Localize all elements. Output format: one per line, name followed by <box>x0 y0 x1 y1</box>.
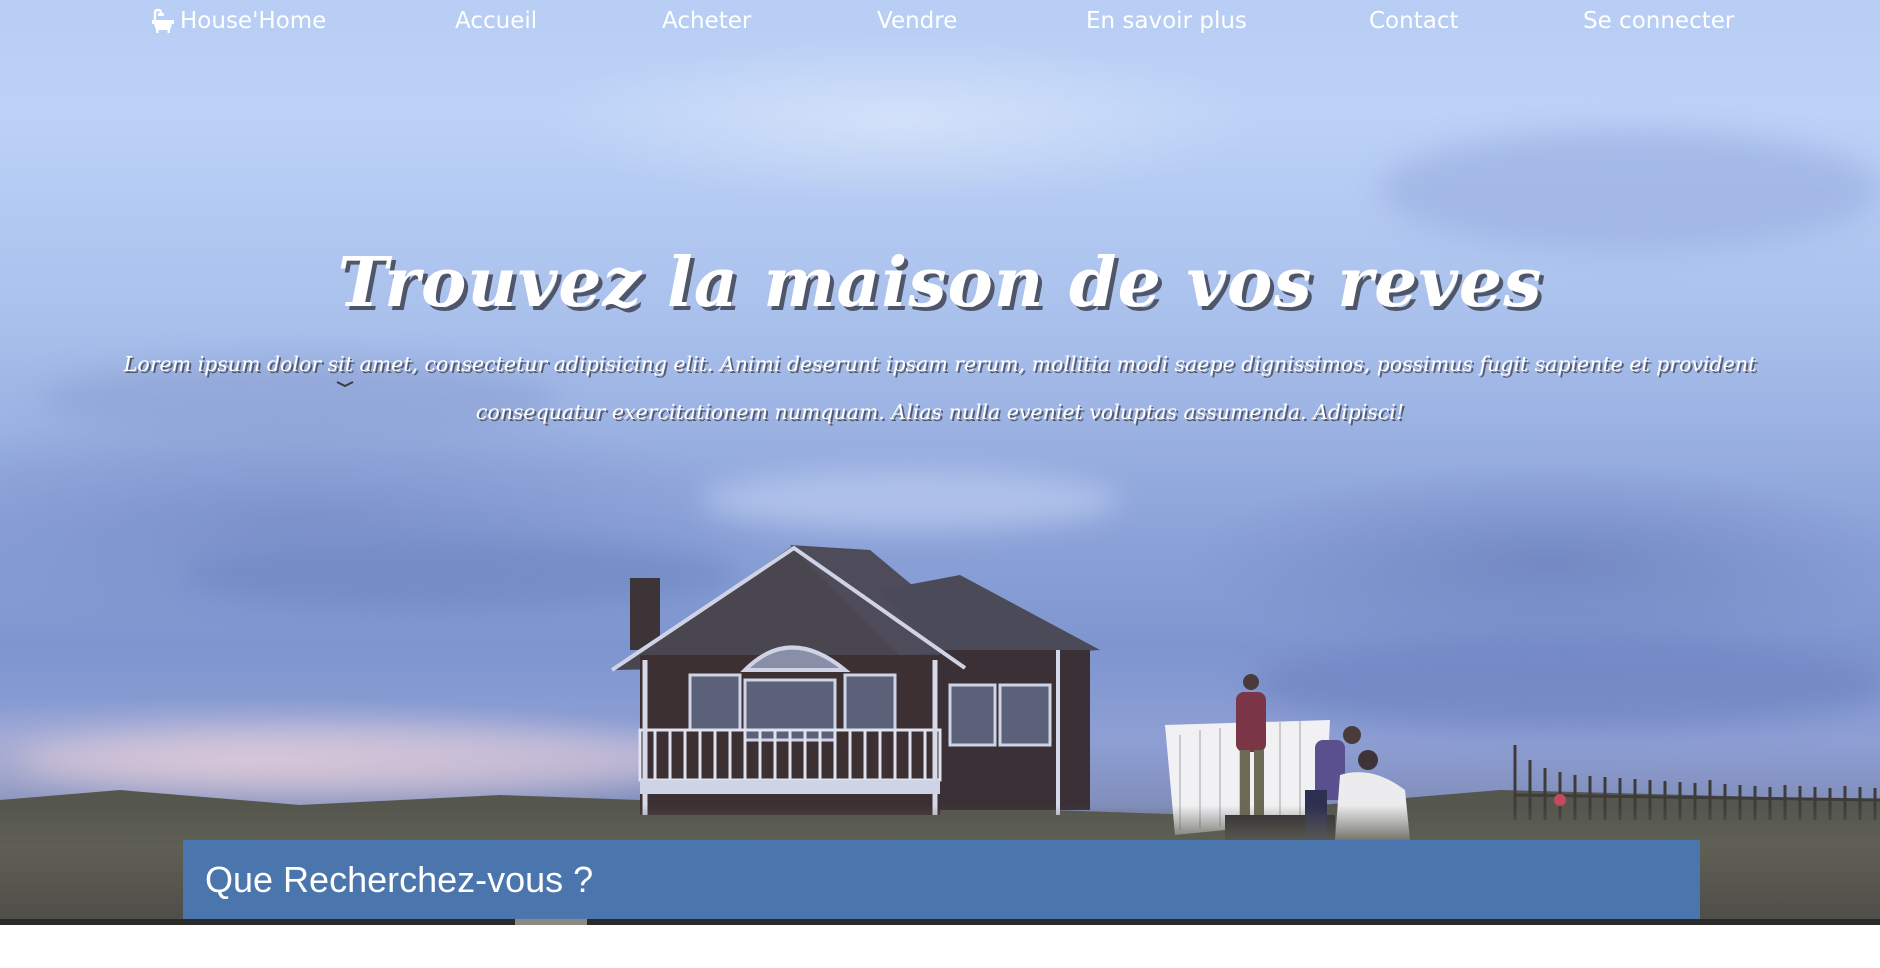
beach-house-scene <box>0 381 1880 925</box>
brand-logo-link[interactable]: House'Home <box>150 6 326 36</box>
top-navigation: House'Home Accueil Acheter Vendre En sav… <box>0 0 1880 42</box>
nav-item-en-savoir-plus[interactable]: En savoir plus <box>1086 6 1247 36</box>
hero-title: Trouvez la maison de vos reves <box>337 243 1543 323</box>
nav-item-acheter[interactable]: Acheter <box>662 6 751 36</box>
page: House'Home Accueil Acheter Vendre En sav… <box>0 0 1880 968</box>
bottom-divider <box>0 919 1880 925</box>
hero-background <box>0 0 1880 925</box>
search-panel: Que Recherchez-vous ? <box>183 840 1700 919</box>
bottom-divider-accent <box>515 919 587 925</box>
brand-name: House'Home <box>180 8 327 34</box>
nav-item-se-connecter[interactable]: Se connecter <box>1583 6 1734 36</box>
search-panel-title: Que Recherchez-vous ? <box>205 859 594 900</box>
bath-icon <box>150 8 176 34</box>
nav-item-accueil[interactable]: Accueil <box>455 6 537 36</box>
hero-subtitle: Lorem ipsum dolor sit amet, consectetur … <box>123 352 1757 424</box>
nav-item-contact[interactable]: Contact <box>1369 6 1458 36</box>
nav-item-vendre[interactable]: Vendre <box>877 6 957 36</box>
